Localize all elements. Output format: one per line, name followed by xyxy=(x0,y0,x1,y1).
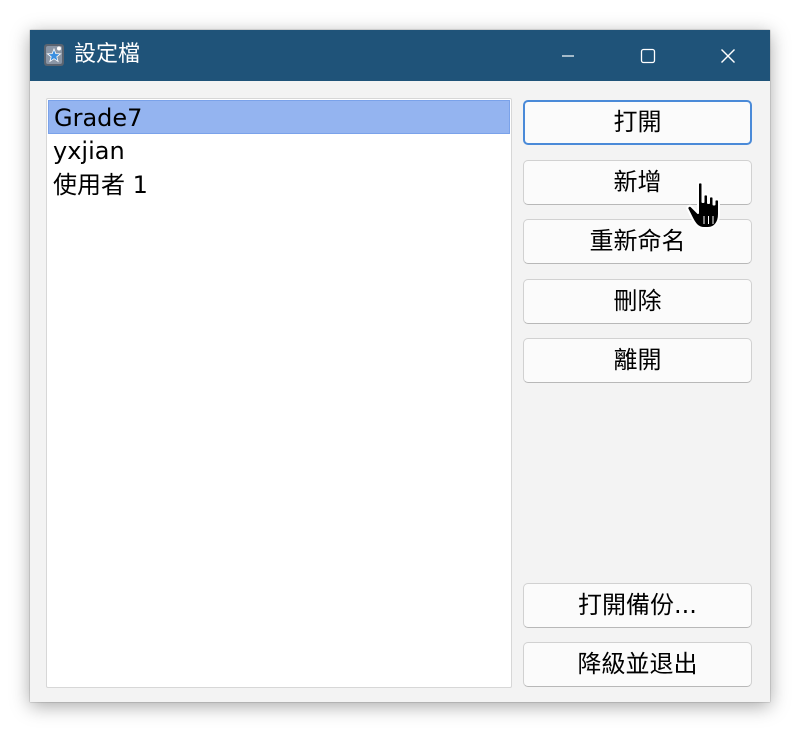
title-bar[interactable]: 設定檔 xyxy=(30,30,770,81)
exit-button[interactable]: 離開 xyxy=(523,338,752,383)
minimize-icon xyxy=(562,54,574,57)
open-button[interactable]: 打開 xyxy=(523,100,752,145)
profile-list[interactable]: Grade7 yxjian 使用者 1 xyxy=(46,98,512,688)
downgrade-exit-button[interactable]: 降級並退出 xyxy=(523,642,752,687)
delete-button[interactable]: 刪除 xyxy=(523,279,752,324)
list-item[interactable]: Grade7 xyxy=(48,100,510,134)
minimize-button[interactable] xyxy=(528,30,608,81)
close-icon xyxy=(721,48,735,63)
profiles-dialog: 設定檔 Grade7 yxjian 使用者 1 打開 新增 重新命名 刪除 離開… xyxy=(30,30,770,702)
app-icon xyxy=(44,44,64,66)
close-button[interactable] xyxy=(688,30,768,81)
window-title: 設定檔 xyxy=(74,42,141,67)
list-item[interactable]: 使用者 1 xyxy=(48,168,510,202)
maximize-button[interactable] xyxy=(608,30,688,81)
list-item[interactable]: yxjian xyxy=(48,134,510,168)
maximize-icon xyxy=(640,48,656,63)
hand-pointer-icon xyxy=(686,181,720,229)
open-backup-button[interactable]: 打開備份... xyxy=(523,583,752,628)
